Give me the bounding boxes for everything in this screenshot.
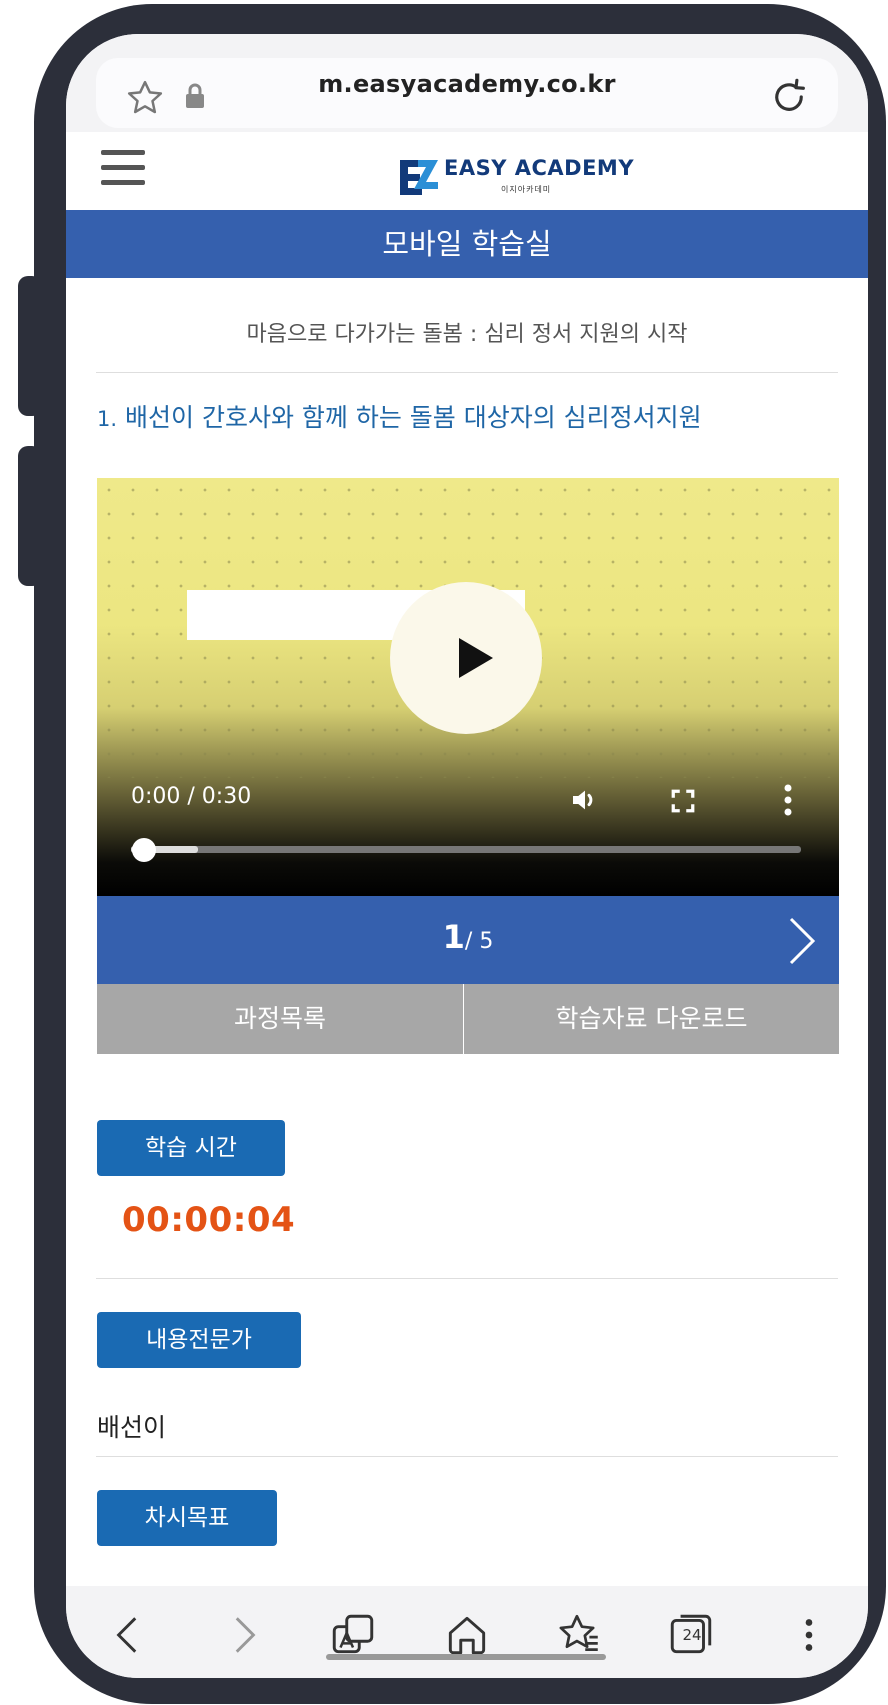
page-banner: 모바일 학습실	[66, 210, 868, 278]
home-indicator-bar	[326, 1654, 606, 1660]
chevron-right-icon[interactable]	[787, 916, 817, 970]
lesson-title-text: 배선이 간호사와 함께 하는 돌봄 대상자의 심리정서지원	[125, 403, 702, 432]
video-player[interactable]: 0:00 / 0:30	[97, 478, 839, 896]
logo-subtitle: 이지아카데미	[501, 185, 552, 194]
page-total: / 5	[464, 929, 494, 954]
translate-icon[interactable]	[328, 1610, 378, 1660]
tab-count: 24	[682, 1626, 702, 1644]
content-expert-name: 배선이	[97, 1413, 167, 1442]
url-text[interactable]: m.easyacademy.co.kr	[66, 70, 868, 98]
course-title: 마음으로 다가가는 돌봄 : 심리 정서 지원의 시작	[246, 322, 688, 347]
refresh-icon[interactable]	[768, 76, 810, 122]
volume-icon[interactable]	[567, 784, 603, 820]
logo-title[interactable]: EASY ACADEMY	[444, 156, 634, 180]
page-indicator: 1/ 5	[97, 918, 839, 956]
lesson-title: 1. 배선이 간호사와 함께 하는 돌봄 대상자의 심리정서지원	[97, 398, 702, 434]
video-progress-track[interactable]	[131, 846, 801, 853]
video-scrubber-knob[interactable]	[132, 838, 156, 862]
study-time-value: 00:00:04	[122, 1200, 296, 1240]
page-current: 1	[442, 918, 465, 956]
lesson-pager: 1/ 5	[97, 896, 839, 984]
home-icon[interactable]	[442, 1610, 492, 1660]
hamburger-menu-icon[interactable]	[101, 150, 145, 186]
phone-screen: m.easyacademy.co.kr EASY ACADEMY 이지아카데미 …	[66, 34, 868, 1678]
lesson-objective-label: 차시목표	[97, 1490, 277, 1546]
course-list-button[interactable]: 과정목록	[97, 984, 463, 1054]
fullscreen-icon[interactable]	[669, 788, 697, 818]
forward-icon[interactable]	[218, 1610, 268, 1660]
study-time-label: 학습 시간	[97, 1120, 285, 1176]
bookmarks-icon[interactable]	[554, 1610, 604, 1660]
play-icon[interactable]	[459, 638, 493, 678]
divider	[96, 1456, 838, 1457]
more-vertical-icon[interactable]	[783, 784, 793, 820]
lesson-number: 1.	[97, 407, 118, 431]
ez-logo-icon[interactable]	[396, 154, 440, 204]
download-materials-button[interactable]: 학습자료 다운로드	[464, 984, 839, 1054]
menu-icon[interactable]	[784, 1610, 834, 1660]
content-expert-label: 내용전문가	[97, 1312, 301, 1368]
divider	[96, 1278, 838, 1279]
divider	[96, 372, 838, 373]
back-icon[interactable]	[104, 1610, 154, 1660]
video-time: 0:00 / 0:30	[131, 784, 252, 809]
